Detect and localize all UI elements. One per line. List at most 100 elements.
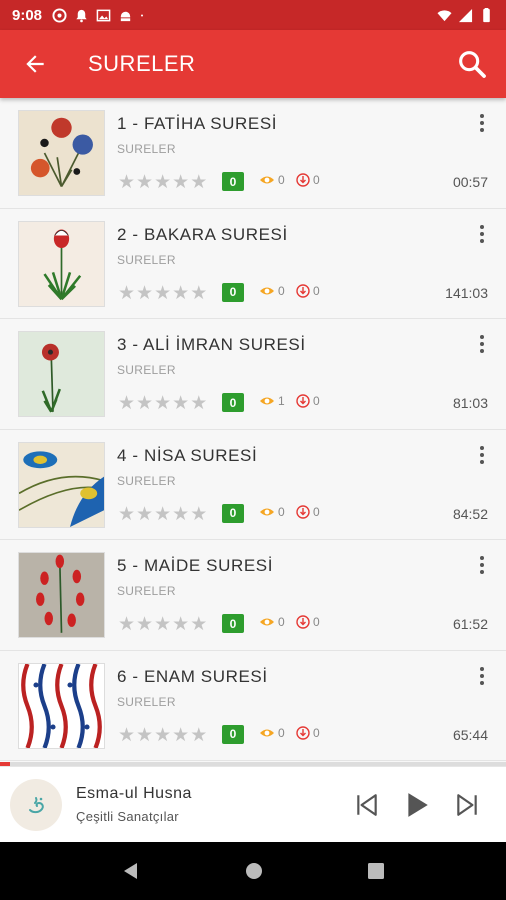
rating-star-icon[interactable]: ★ <box>136 283 153 303</box>
surah-row[interactable]: 2 - BAKARA SURESİ SURELER ★ ★ ★ ★ ★ 0 0 0 141:03 <box>0 208 506 319</box>
surah-row[interactable]: 6 - ENAM SURESİ SURELER ★ ★ ★ ★ ★ 0 0 0 65:44 <box>0 650 506 761</box>
surah-category: SURELER <box>117 252 176 267</box>
back-button[interactable] <box>0 30 70 98</box>
download-count: 0 <box>296 173 320 187</box>
more-options-button[interactable] <box>474 665 490 687</box>
views-count: 0 <box>259 173 285 187</box>
calligraphy-logo-icon <box>29 796 44 813</box>
rating-star-icon[interactable]: ★ <box>190 283 207 303</box>
rating-star-icon[interactable]: ★ <box>136 504 153 524</box>
rating-stars[interactable]: ★ ★ ★ ★ ★ <box>118 172 207 192</box>
views-eye-icon <box>260 287 274 294</box>
rating-badge: 0 <box>222 724 244 744</box>
rating-star-icon[interactable]: ★ <box>118 393 135 413</box>
more-options-button[interactable] <box>474 223 490 245</box>
views-eye-icon <box>260 618 274 626</box>
player-artist: Çeşitli Sanatçılar <box>76 809 179 824</box>
download-count: 0 <box>296 394 320 408</box>
views-count-value: 1 <box>278 394 285 408</box>
app-bar: SURELER <box>0 30 506 98</box>
surah-row[interactable]: 3 - ALİ İMRAN SURESİ SURELER ★ ★ ★ ★ ★ 0 1 0 81:03 <box>0 319 506 430</box>
surah-thumbnail <box>18 441 105 528</box>
download-count-icon <box>296 725 310 740</box>
download-count: 0 <box>296 505 320 519</box>
rating-star-icon[interactable]: ★ <box>118 283 135 303</box>
mini-player[interactable]: Esma-ul Husna Çeşitli Sanatçılar <box>0 766 506 842</box>
next-button[interactable] <box>452 790 482 820</box>
more-options-button[interactable] <box>474 333 490 355</box>
rating-star-icon[interactable]: ★ <box>118 614 135 634</box>
search-button[interactable] <box>442 30 502 98</box>
rating-star-icon[interactable]: ★ <box>172 614 189 634</box>
rating-star-icon[interactable]: ★ <box>136 614 153 634</box>
play-button[interactable] <box>402 790 432 820</box>
surah-row[interactable]: 4 - NİSA SURESİ SURELER ★ ★ ★ ★ ★ 0 0 0 84:52 <box>0 429 506 540</box>
download-count-icon <box>296 173 310 187</box>
rating-badge: 0 <box>222 393 244 412</box>
rating-star-icon[interactable]: ★ <box>172 283 189 303</box>
rating-star-icon[interactable]: ★ <box>136 393 153 413</box>
rating-star-icon[interactable]: ★ <box>190 725 207 745</box>
rating-star-icon[interactable]: ★ <box>190 614 207 634</box>
nav-back-icon[interactable] <box>121 861 141 881</box>
skip-previous-icon <box>357 793 377 816</box>
rating-star-icon[interactable]: ★ <box>154 283 171 303</box>
rating-stars[interactable]: ★ ★ ★ ★ ★ <box>118 283 207 303</box>
download-count-icon <box>296 615 310 629</box>
surah-row[interactable]: 5 - MAİDE SURESİ SURELER ★ ★ ★ ★ ★ 0 0 0 61:52 <box>0 540 506 651</box>
rating-star-icon[interactable]: ★ <box>172 393 189 413</box>
rating-stars[interactable]: ★ ★ ★ ★ ★ <box>118 614 207 634</box>
more-options-button[interactable] <box>474 554 490 576</box>
surah-title: 5 - MAİDE SURESİ <box>117 556 274 575</box>
rating-star-icon[interactable]: ★ <box>190 504 207 524</box>
surah-duration: 61:52 <box>452 616 488 632</box>
rating-star-icon[interactable]: ★ <box>172 172 189 192</box>
rating-star-icon[interactable]: ★ <box>154 504 171 524</box>
rating-star-icon[interactable]: ★ <box>136 725 153 745</box>
more-options-button[interactable] <box>474 112 490 134</box>
rating-stars[interactable]: ★ ★ ★ ★ ★ <box>118 504 207 524</box>
nav-home-icon[interactable] <box>244 861 264 881</box>
surah-category: SURELER <box>117 142 176 156</box>
carnation-bouquet-image <box>19 111 104 195</box>
rating-star-icon[interactable]: ★ <box>118 725 135 745</box>
notification-bell-icon <box>76 9 87 22</box>
rating-badge: 0 <box>222 172 244 191</box>
rating-star-icon[interactable]: ★ <box>154 172 171 192</box>
rating-stars[interactable]: ★ ★ ★ ★ ★ <box>118 393 207 413</box>
rating-star-icon[interactable]: ★ <box>118 504 135 524</box>
previous-button[interactable] <box>352 790 382 820</box>
surah-thumbnail <box>18 220 105 307</box>
surah-category: SURELER <box>117 694 176 709</box>
rating-star-icon[interactable]: ★ <box>154 725 171 745</box>
system-navigation-bar <box>0 842 506 900</box>
more-vert-icon <box>480 114 484 118</box>
surah-category: SURELER <box>117 363 176 377</box>
download-count: 0 <box>296 284 320 298</box>
views-eye-icon <box>260 729 274 736</box>
surah-list[interactable]: 1 - FATİHA SURESİ SURELER ★ ★ ★ ★ ★ 0 0 0 00:57 2 -… <box>0 98 506 762</box>
dot-icon <box>141 14 144 16</box>
rating-stars[interactable]: ★ ★ ★ ★ ★ <box>118 725 207 745</box>
rating-star-icon[interactable]: ★ <box>190 172 207 192</box>
page-title: SURELER <box>88 51 196 76</box>
surah-duration: 141:03 <box>445 284 488 301</box>
views-count: 0 <box>259 284 285 298</box>
surah-duration: 84:52 <box>452 505 488 522</box>
download-count-icon <box>296 504 310 519</box>
surah-title: 4 - NİSA SURESİ <box>117 445 258 465</box>
rating-star-icon[interactable]: ★ <box>118 172 135 192</box>
rating-star-icon[interactable]: ★ <box>136 172 153 192</box>
surah-thumbnail <box>18 110 105 196</box>
rating-star-icon[interactable]: ★ <box>172 725 189 745</box>
player-track-title: Esma-ul Husna <box>76 785 192 802</box>
surah-title: 6 - ENAM SURESİ <box>117 666 268 686</box>
rating-star-icon[interactable]: ★ <box>154 393 171 413</box>
rating-star-icon[interactable]: ★ <box>154 614 171 634</box>
more-options-button[interactable] <box>474 444 490 466</box>
rating-star-icon[interactable]: ★ <box>190 393 207 413</box>
rating-badge: 0 <box>222 282 244 302</box>
nav-recents-icon[interactable] <box>367 862 385 880</box>
surah-row[interactable]: 1 - FATİHA SURESİ SURELER ★ ★ ★ ★ ★ 0 0 0 00:57 <box>0 98 506 209</box>
rating-star-icon[interactable]: ★ <box>172 504 189 524</box>
